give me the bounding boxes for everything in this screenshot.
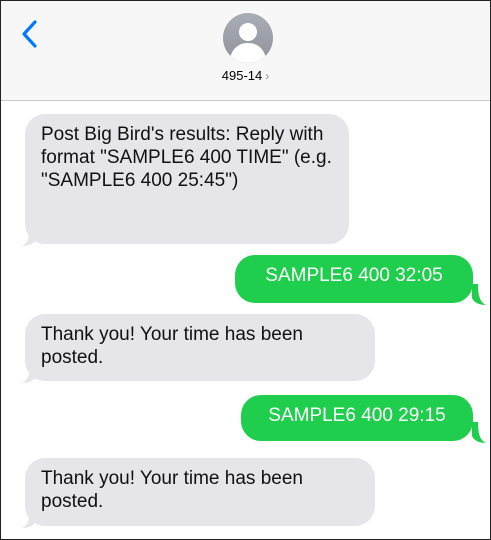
- contact-name: 495-14: [221, 68, 263, 83]
- message-text: SAMPLE6 400 29:15: [268, 405, 446, 426]
- message-bubble-incoming[interactable]: Thank you! Your time has been posted.: [25, 458, 375, 526]
- message-bubble-incoming[interactable]: Post Big Bird's results: Reply with form…: [25, 114, 349, 244]
- messages-screen: 495-14 › Post Big Bird's results: Reply w…: [0, 0, 491, 540]
- contact-name-button[interactable]: 495-14 ›: [1, 68, 490, 83]
- message-bubble-outgoing[interactable]: SAMPLE6 400 29:15: [241, 395, 473, 441]
- message-text: Thank you! Your time has been posted.: [41, 324, 303, 368]
- chevron-left-icon: [22, 20, 37, 48]
- person-silhouette-icon: [229, 23, 267, 63]
- message-text: Thank you! Your time has been posted.: [41, 468, 303, 512]
- conversation-header: 495-14 ›: [1, 1, 490, 101]
- message-bubble-outgoing[interactable]: SAMPLE6 400 32:05: [235, 255, 473, 303]
- message-text: SAMPLE6 400 32:05: [265, 265, 443, 286]
- message-text: Post Big Bird's results: Reply with form…: [41, 124, 332, 191]
- back-button[interactable]: [19, 19, 41, 49]
- chevron-right-icon: ›: [265, 69, 270, 83]
- contact-avatar[interactable]: [223, 13, 273, 63]
- message-bubble-incoming[interactable]: Thank you! Your time has been posted.: [25, 314, 375, 381]
